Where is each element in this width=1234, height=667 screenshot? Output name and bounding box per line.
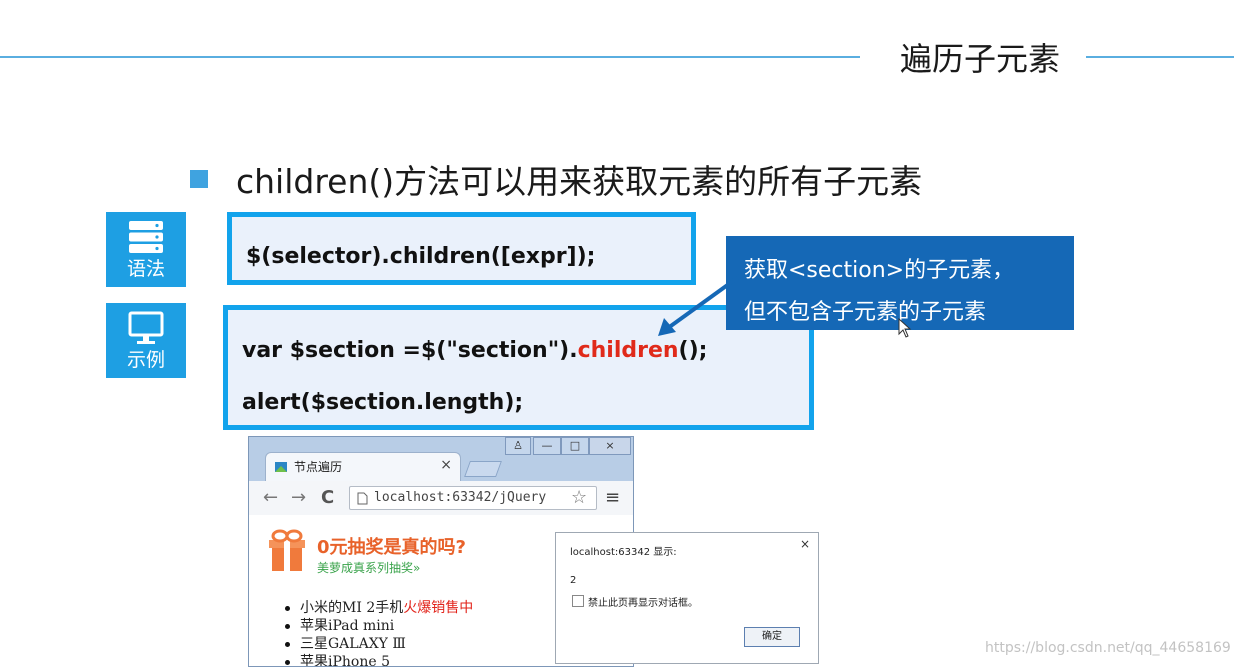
close-window-button[interactable]: × <box>589 437 631 455</box>
product-list: 小米的MI 2手机火爆销售中 苹果iPad mini 三星GALAXY Ⅲ 苹果… <box>285 599 473 667</box>
gift-icon <box>269 529 305 571</box>
callout-line-2: 但不包含子元素的子元素 <box>744 300 987 325</box>
callout-arrow <box>658 274 742 336</box>
new-tab-button[interactable] <box>464 461 502 477</box>
list-item: 小米的MI 2手机火爆销售中 <box>285 599 473 617</box>
example-tile: 示例 <box>106 303 186 378</box>
code-prefix: var $section =$("section"). <box>242 338 578 363</box>
list-item-text: 苹果iPad mini <box>300 618 395 634</box>
page-title: 遍历子元素 <box>900 40 1061 78</box>
bullet-dot <box>285 641 290 647</box>
syntax-tile: 语法 <box>106 212 186 287</box>
browser-toolbar: ← → C localhost:63342/jQuery ☆ ≡ <box>249 481 633 516</box>
tab-close-icon[interactable]: × <box>440 457 452 473</box>
page-favicon-icon <box>275 462 287 472</box>
bullet-text: children()方法可以用来获取元素的所有子元素 <box>236 162 923 201</box>
syntax-code: $(selector).children([expr]); <box>246 244 596 269</box>
list-item: 苹果iPad mini <box>285 617 473 635</box>
forward-button[interactable]: → <box>291 487 306 508</box>
code-method-highlight: children <box>577 338 679 363</box>
code-suffix: (); <box>678 338 708 363</box>
server-stack-icon <box>129 221 163 253</box>
bullet-dot <box>285 659 290 665</box>
watermark: https://blog.csdn.net/qq_44658169 <box>985 640 1231 656</box>
browser-tab[interactable]: 节点遍历 × <box>265 452 461 482</box>
promo-title: 0元抽奖是真的吗? <box>317 537 466 558</box>
list-item: 三星GALAXY Ⅲ <box>285 635 473 653</box>
list-item-highlight: 火爆销售中 <box>403 600 474 616</box>
example-code-line-1: var $section =$("section").children(); <box>242 338 707 363</box>
tab-title: 节点遍历 <box>294 460 343 474</box>
syntax-tile-label: 语法 <box>126 258 165 280</box>
title-rule-left <box>0 56 860 58</box>
page-icon <box>357 492 368 505</box>
promo-link[interactable]: 美萝成真系列抽奖» <box>317 559 420 576</box>
title-rule-right <box>1086 56 1234 58</box>
alert-dialog: localhost:63342 显示: × 2 禁止此页再显示对话框。 确定 <box>555 532 819 664</box>
menu-icon[interactable]: ≡ <box>605 487 620 508</box>
back-button[interactable]: ← <box>263 487 278 508</box>
suppress-dialogs-label: 禁止此页再显示对话框。 <box>588 598 698 609</box>
address-bar[interactable]: localhost:63342/jQuery <box>349 486 597 510</box>
bullet-dot <box>285 623 290 629</box>
reload-button[interactable]: C <box>321 487 334 508</box>
star-icon[interactable]: ☆ <box>571 487 587 508</box>
example-code-line-2: alert($section.length); <box>242 390 524 415</box>
user-icon[interactable]: ♙ <box>505 437 531 455</box>
alert-message: 2 <box>570 575 577 586</box>
list-item-text: 苹果iPhone 5 <box>300 654 391 667</box>
ok-button[interactable]: 确定 <box>744 627 800 647</box>
example-tile-label: 示例 <box>126 349 165 371</box>
list-item-text: 三星GALAXY Ⅲ <box>300 636 406 652</box>
callout-line-1: 获取<section>的子元素， <box>744 258 1015 283</box>
minimize-button[interactable]: — <box>533 437 561 455</box>
suppress-dialogs-checkbox[interactable] <box>572 595 584 607</box>
bullet-dot <box>285 605 290 611</box>
syntax-code-box: $(selector).children([expr]); <box>227 212 696 285</box>
monitor-icon <box>128 311 164 344</box>
list-item: 苹果iPhone 5 <box>285 653 473 667</box>
mouse-cursor-icon <box>898 318 912 338</box>
bullet-marker <box>190 170 208 188</box>
list-item-text: 小米的MI 2手机 <box>300 600 404 616</box>
callout-box: 获取<section>的子元素， 但不包含子元素的子元素 <box>726 236 1074 330</box>
address-text: localhost:63342/jQuery <box>374 490 547 505</box>
maximize-button[interactable]: □ <box>561 437 589 455</box>
alert-close-icon[interactable]: × <box>800 537 810 551</box>
alert-title: localhost:63342 显示: <box>570 547 677 558</box>
